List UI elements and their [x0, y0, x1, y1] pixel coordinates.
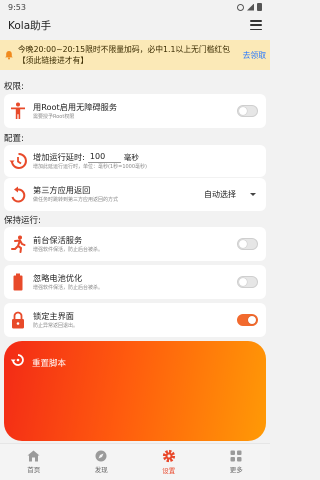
- root-accessibility-row[interactable]: 用Root启用无障碍服务 需要授予Root权限: [4, 94, 266, 128]
- app-title: Kola助手: [8, 19, 52, 32]
- lock-main-screen-desc: 防止异常返回退出。: [33, 322, 79, 329]
- root-accessibility-label: 用Root启用无障碍服务: [33, 101, 118, 112]
- nav-home[interactable]: 首页: [9, 450, 59, 474]
- running-person-icon: [6, 235, 30, 253]
- more-icon: [230, 450, 242, 462]
- nav-discover[interactable]: 发现: [76, 450, 126, 474]
- battery-icon: [257, 3, 262, 11]
- lock-main-screen-toggle[interactable]: [237, 314, 258, 326]
- reset-script-label: 重置脚本: [32, 359, 67, 369]
- chevron-down-icon: [250, 193, 256, 196]
- return-arrow-icon: [6, 186, 30, 204]
- third-party-return-select[interactable]: 自动选择: [204, 189, 256, 200]
- third-party-return-row: 第三方应用返回 做任务时跳转到第三方应用返回的方式 自动选择: [4, 178, 266, 211]
- section-permissions: 权限:: [4, 82, 24, 92]
- root-accessibility-desc: 需要授予Root权限: [33, 113, 75, 120]
- signal-icon: [247, 3, 254, 11]
- nav-settings[interactable]: 设置: [144, 449, 194, 475]
- delay-input[interactable]: [87, 151, 121, 163]
- accessibility-icon: [6, 102, 30, 120]
- foreground-service-desc: 增强软件保活，防止后台被杀。: [33, 246, 104, 253]
- section-keepalive: 保持运行:: [4, 216, 41, 226]
- notice-claim-link[interactable]: 去领取: [243, 50, 270, 61]
- third-party-return-desc: 做任务时跳转到第三方应用返回的方式: [33, 197, 119, 203]
- foreground-service-row[interactable]: 前台保活服务 增强软件保活，防止后台被杀。: [4, 227, 266, 261]
- bell-icon: [0, 50, 18, 60]
- notice-banner: 今晚20:00~20:15限时不限量加码，必中1.1以上无门槛红包【须此链接进才…: [0, 40, 270, 70]
- nav-discover-label: 发现: [94, 466, 108, 474]
- foreground-service-label: 前台保活服务: [33, 234, 83, 245]
- settings-icon: [162, 449, 175, 463]
- status-time: 9:53: [8, 2, 26, 12]
- status-bar: 9:53: [0, 0, 270, 14]
- reset-script-button[interactable]: 重置脚本: [4, 341, 266, 441]
- third-party-return-label: 第三方应用返回: [33, 185, 91, 195]
- system-gear-icon: [237, 3, 244, 11]
- app-bar: Kola助手: [0, 14, 270, 36]
- delay-unit: 毫秒: [123, 152, 139, 162]
- lock-main-screen-row[interactable]: 锁定主界面 防止异常返回退出。: [4, 303, 266, 337]
- battery-optimization-row[interactable]: 忽略电池优化 增强软件保活，防止后台被杀。: [4, 265, 266, 299]
- battery-optimization-label: 忽略电池优化: [33, 272, 83, 283]
- history-icon: [6, 152, 30, 170]
- delay-label: 增加运行延时:: [33, 151, 85, 162]
- battery-full-icon: [6, 273, 30, 291]
- menu-icon[interactable]: [250, 20, 262, 30]
- lock-main-screen-label: 锁定主界面: [33, 310, 74, 321]
- lock-icon: [6, 311, 30, 329]
- third-party-return-value: 自动选择: [204, 190, 236, 199]
- notice-text: 今晚20:00~20:15限时不限量加码，必中1.1以上无门槛红包【须此链接进才…: [18, 45, 231, 65]
- bottom-navigation: 首页 发现 设置 更多: [0, 443, 270, 480]
- reset-icon: [10, 352, 26, 372]
- delay-row: 增加运行延时: 毫秒 增加此延运行运行时，单位：毫秒(1秒=1000毫秒): [4, 145, 266, 177]
- home-icon: [27, 450, 40, 462]
- root-accessibility-toggle[interactable]: [237, 105, 258, 117]
- nav-more-label: 更多: [229, 466, 243, 474]
- nav-home-label: 首页: [27, 466, 41, 474]
- battery-optimization-toggle[interactable]: [237, 276, 258, 288]
- discover-icon: [95, 450, 107, 462]
- delay-desc: 增加此延运行运行时，单位：毫秒(1秒=1000毫秒): [33, 163, 147, 170]
- system-icons: [237, 3, 262, 11]
- foreground-service-toggle[interactable]: [237, 238, 258, 250]
- section-config: 配置:: [4, 134, 24, 144]
- nav-settings-label: 设置: [162, 467, 176, 475]
- battery-optimization-desc: 增强软件保活，防止后台被杀。: [33, 284, 104, 291]
- nav-more[interactable]: 更多: [211, 450, 261, 474]
